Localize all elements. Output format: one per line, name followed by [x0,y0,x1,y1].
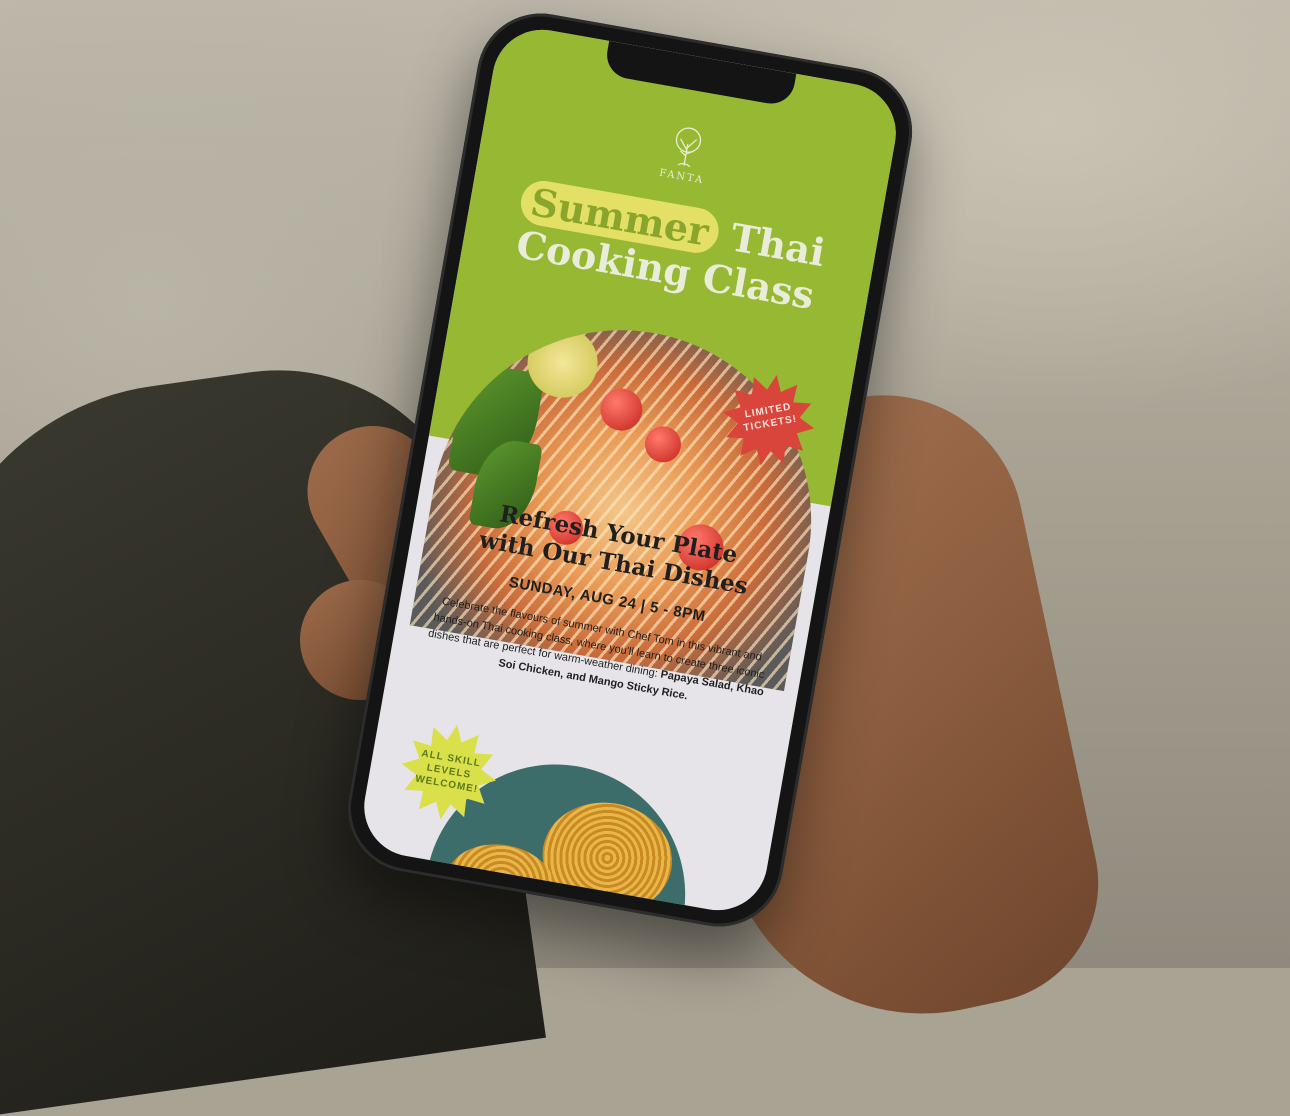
page-title: Summer Thai Cooking Class [461,170,878,328]
brand-logo: FANTA [658,122,713,186]
limited-tickets-badge: LIMITED TICKETS! [715,367,822,474]
tree-logo-icon [675,127,701,168]
skill-levels-badge: ALL SKILL LEVELS WELCOME! [393,717,504,828]
description-text: Celebrate the flavours of summer with Ch… [427,595,766,682]
